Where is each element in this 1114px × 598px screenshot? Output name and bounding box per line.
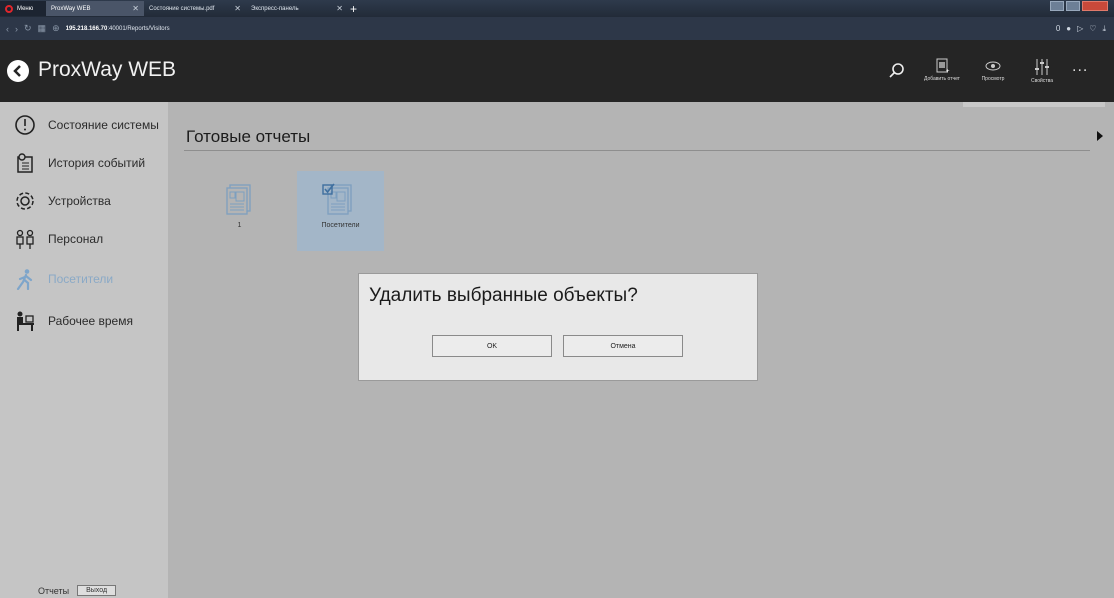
back-logo-icon[interactable] — [7, 60, 29, 82]
personnel-icon — [16, 229, 34, 249]
reload-icon[interactable]: ↻ — [24, 23, 32, 34]
sidebar-item-label: Персонал — [48, 232, 104, 246]
browser-tab-pdf[interactable]: Состояние системы.pdf ✕ — [144, 1, 246, 16]
security-icon[interactable]: ⊕ — [52, 23, 60, 34]
back-icon[interactable]: ‹ — [6, 24, 9, 34]
exit-button[interactable]: Выход — [77, 585, 117, 596]
sidebar-item-event-history[interactable]: История событий — [14, 152, 145, 174]
sidebar-item-visitors[interactable]: Посетители — [14, 268, 113, 290]
browser-tab-label: Экспресс-панель — [251, 5, 299, 12]
sidebar-item-label: Посетители — [48, 272, 114, 286]
worktime-icon — [17, 311, 34, 331]
browser-menu-label: Меню — [17, 5, 34, 12]
more-icon[interactable]: ... — [1072, 59, 1088, 75]
report-label: 1 — [237, 222, 242, 229]
ok-button[interactable]: OK — [432, 335, 552, 357]
browser-tab-label: ProxWay WEB — [51, 5, 91, 12]
header-dropdown-edge — [963, 102, 1105, 107]
close-tab-icon[interactable]: ✕ — [234, 4, 241, 13]
sidebar-item-system-status[interactable]: Состояние системы — [14, 114, 159, 136]
minimize-button[interactable] — [1050, 1, 1064, 11]
add-report-icon: + — [936, 58, 950, 74]
search-button[interactable] — [888, 62, 906, 82]
sidebar-item-label: Состояние системы — [48, 118, 159, 132]
download-icon[interactable]: ⤓ — [1102, 24, 1106, 34]
cancel-button[interactable]: Отмена — [563, 335, 683, 357]
report-icon — [226, 184, 251, 215]
checkbox-checked-icon[interactable] — [322, 183, 335, 195]
reports-link[interactable]: Отчеты — [38, 586, 69, 596]
sidebar: Состояние системы История событий Устрой… — [0, 102, 168, 598]
properties-button[interactable]: Свойства — [1024, 58, 1060, 84]
section-divider — [184, 150, 1090, 151]
sidebar-item-devices[interactable]: Устройства — [14, 190, 111, 212]
expand-arrow-icon[interactable] — [1097, 131, 1103, 141]
report-tile[interactable]: 1 — [196, 171, 283, 251]
window-controls — [1050, 1, 1108, 11]
browser-tab-bar: Меню ProxWay WEB ✕ Состояние системы.pdf… — [0, 0, 1114, 17]
gear-icon — [16, 192, 34, 210]
url-field[interactable]: 195.218.166.70:40001/Reports/Visitors — [66, 26, 170, 32]
app-header: ProxWay WEB + Добавить отчет Просмотр Св… — [0, 40, 1114, 102]
browser-tab-label: Состояние системы.pdf — [149, 5, 215, 12]
sidebar-item-label: История событий — [48, 156, 146, 170]
address-bar-actions: 0 ● ▷ ♡ ⤓ — [1056, 24, 1106, 34]
sliders-icon — [1035, 59, 1049, 75]
browser-tab-speed-dial[interactable]: Экспресс-панель ✕ — [246, 1, 348, 16]
browser-menu-button[interactable]: Меню — [0, 1, 46, 16]
sidebar-item-label: Устройства — [48, 194, 111, 208]
sidebar-item-label: Рабочее время — [48, 314, 133, 328]
close-tab-icon[interactable]: ✕ — [336, 4, 343, 13]
sidebar-item-worktime[interactable]: Рабочее время — [14, 310, 133, 332]
close-window-button[interactable] — [1082, 1, 1108, 11]
close-tab-icon[interactable]: ✕ — [132, 4, 139, 13]
report-tile-selected[interactable]: Посетители — [297, 171, 384, 251]
add-report-label: Добавить отчет — [924, 76, 960, 82]
adblock-count: 0 — [1055, 24, 1061, 33]
tabs-grid-icon[interactable]: ▦ — [38, 23, 47, 34]
system-status-icon — [15, 115, 35, 135]
browser-tab-proxway[interactable]: ProxWay WEB ✕ — [46, 1, 144, 16]
shield-icon[interactable]: ● — [1066, 24, 1071, 33]
browser-address-bar: ‹ › ↻ ▦ ⊕ 195.218.166.70:40001/Reports/V… — [0, 17, 1114, 40]
svg-text:+: + — [946, 69, 950, 74]
delete-confirm-dialog: Удалить выбранные объекты? OK Отмена — [358, 273, 758, 381]
dialog-message: Удалить выбранные объекты? — [369, 285, 638, 306]
visitor-icon — [16, 269, 33, 290]
search-icon — [889, 63, 904, 78]
new-tab-icon[interactable]: + — [348, 2, 357, 16]
opera-logo-icon — [5, 4, 13, 13]
forward-icon[interactable]: › — [15, 24, 18, 34]
sidebar-footer: Отчеты Выход — [38, 585, 117, 596]
eye-icon — [985, 61, 1001, 71]
report-label: Посетители — [321, 222, 360, 229]
maximize-button[interactable] — [1066, 1, 1080, 11]
app-title: ProxWay WEB — [38, 58, 177, 81]
heart-icon[interactable]: ♡ — [1089, 24, 1096, 33]
sidebar-item-personnel[interactable]: Персонал — [14, 228, 103, 250]
view-button[interactable]: Просмотр — [975, 58, 1011, 82]
url-path: :40001/Reports/Visitors — [107, 25, 170, 32]
event-history-icon — [17, 153, 33, 173]
view-label: Просмотр — [981, 76, 1005, 82]
add-report-button[interactable]: + Добавить отчет — [924, 58, 960, 82]
properties-label: Свойства — [1031, 78, 1053, 84]
url-host: 195.218.166.70 — [65, 25, 108, 32]
section-title: Готовые отчеты — [186, 127, 311, 146]
send-icon[interactable]: ▷ — [1077, 24, 1083, 33]
